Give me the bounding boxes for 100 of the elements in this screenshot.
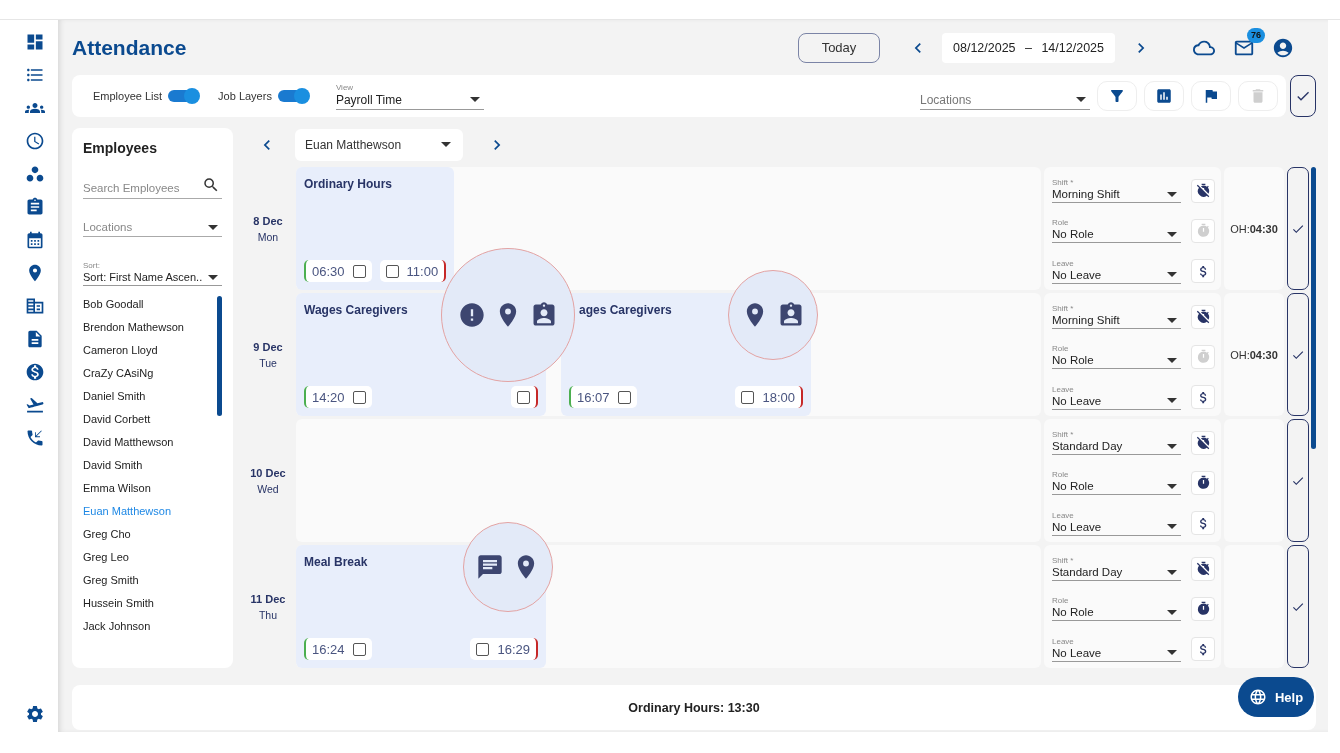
checkbox[interactable] [352,642,366,656]
three-dots-icon[interactable] [25,164,45,184]
day-select[interactable]: Leave No Leave [1052,384,1182,410]
employee-item[interactable]: Cameron Lloyd [83,342,211,365]
caret-icon [1167,569,1178,575]
dollar-button[interactable] [1191,511,1215,536]
locations-select[interactable]: Locations [920,82,1090,110]
bar-chart-button[interactable] [1144,81,1184,111]
toggle-switch[interactable] [277,90,308,102]
end-time-field[interactable] [511,386,538,408]
scrollbar[interactable] [1311,167,1316,449]
ordinary-hours: OH:04:30 [1230,222,1278,235]
caret-icon [469,97,480,102]
start-time-field[interactable]: 16:07 [569,386,637,408]
approve-day-button[interactable] [1287,167,1309,290]
day-select[interactable]: Role No Role [1052,470,1182,496]
caret-icon [1167,443,1178,449]
approve-day-button[interactable] [1287,545,1309,668]
stopwatch-icon [1195,475,1211,491]
end-time-field[interactable]: 18:00 [735,386,803,408]
settings-icon[interactable] [25,704,45,724]
clipboard-icon[interactable] [25,197,45,217]
document-icon[interactable] [25,329,45,349]
toggle-switch[interactable] [168,90,199,102]
end-time-field[interactable]: 11:00 [379,260,447,282]
checkbox[interactable] [385,264,399,278]
today-button[interactable]: Today [798,32,880,63]
employee-item[interactable]: Greg Smith [83,572,211,595]
dollar-button[interactable] [1191,385,1215,410]
block-title: Wages Caregivers [304,303,409,317]
checkbox[interactable] [617,390,631,404]
airplane-icon[interactable] [25,395,45,415]
employee-item[interactable]: CraZy CAsiNg [83,365,211,388]
view-select[interactable]: View Payroll Time [335,82,484,110]
dashboard-icon[interactable] [25,32,45,52]
globe-icon [1248,688,1267,706]
employee-item[interactable]: Hussein Smith [83,595,211,618]
start-time-field[interactable]: 14:20 [304,386,372,408]
employee-item[interactable]: David Corbett [83,411,211,434]
ordinary-hours: OH:04:30 [1230,348,1278,361]
alert-icon[interactable] [458,301,486,329]
search-icon[interactable] [202,176,220,194]
timer-off-button[interactable] [1191,556,1215,581]
timer-off-button[interactable] [1191,430,1215,455]
dollar-button[interactable] [1191,259,1215,284]
employee-item[interactable]: Bob Goodall [83,296,211,319]
scrollbar[interactable] [217,296,222,416]
day-select[interactable]: Role No Role [1052,596,1182,622]
day-select[interactable]: Shift * Standard Day [1052,556,1182,582]
calendar-icon[interactable] [25,230,45,250]
checkbox[interactable] [517,390,530,404]
employee-item[interactable]: Brendon Mathewson [83,319,211,342]
employee-item[interactable]: David Smith [83,457,211,480]
dollar-coin-icon[interactable] [25,362,45,382]
employee-item[interactable]: Greg Leo [83,549,211,572]
employee-item[interactable]: Euan Matthewson [83,503,211,526]
phone-icon[interactable] [25,428,45,448]
block-title: Ordinary Hours [304,177,394,191]
checkbox[interactable] [476,642,490,656]
checkbox[interactable] [352,390,366,404]
approve-day-button[interactable] [1287,293,1309,416]
date-range-field[interactable]: 08/12/2025 – 14/12/2025 [942,32,1115,63]
stopwatch-button[interactable] [1191,471,1215,495]
day-select[interactable]: Shift * Standard Day [1052,430,1182,456]
flag-button[interactable] [1191,81,1231,111]
employee-item[interactable]: Greg Cho [83,526,211,549]
checkbox[interactable] [741,390,755,404]
timer-off-button[interactable] [1191,304,1215,329]
timer-off-button[interactable] [1191,178,1215,203]
employee-item[interactable]: Emma Wilson [83,480,211,503]
employee-select[interactable]: Euan Matthewson [295,128,463,161]
stopwatch-button[interactable] [1191,597,1215,621]
day-select[interactable]: Leave No Leave [1052,510,1182,536]
help-button[interactable]: Help [1238,677,1314,717]
day-select[interactable]: Leave No Leave [1052,258,1182,284]
day-select[interactable]: Shift * Morning Shift [1052,178,1182,204]
search-field[interactable]: Search Employees [83,182,222,199]
employee-item[interactable]: David Matthewson [83,434,211,457]
chat-icon[interactable] [476,553,504,581]
clock-icon[interactable] [25,131,45,151]
approve-day-button[interactable] [1287,419,1309,542]
day-date: 9 Dec [253,340,283,353]
day-date: 11 Dec [250,592,286,605]
building-icon[interactable] [25,296,45,316]
account-button[interactable] [1272,36,1294,59]
employee-item[interactable]: Jack Johnson [83,618,211,641]
caret-icon [1167,272,1178,278]
employee-item[interactable]: Daniel Smith [83,388,211,411]
day-select[interactable]: Leave No Leave [1052,636,1182,662]
locations-select[interactable]: Locations [83,221,222,237]
filter-button[interactable] [1097,81,1137,111]
day-select[interactable]: Shift * Morning Shift [1052,304,1182,330]
start-time-field[interactable]: 16:24 [304,638,372,660]
caret-icon [208,224,218,230]
start-time-field[interactable]: 06:30 [304,260,372,282]
sort-select[interactable]: Sort: Sort: First Name Ascen.. [83,261,222,286]
dollar-button[interactable] [1191,637,1215,662]
end-time-field[interactable]: 16:29 [470,638,538,660]
checkbox[interactable] [352,264,366,278]
confirm-button[interactable] [1290,75,1316,117]
